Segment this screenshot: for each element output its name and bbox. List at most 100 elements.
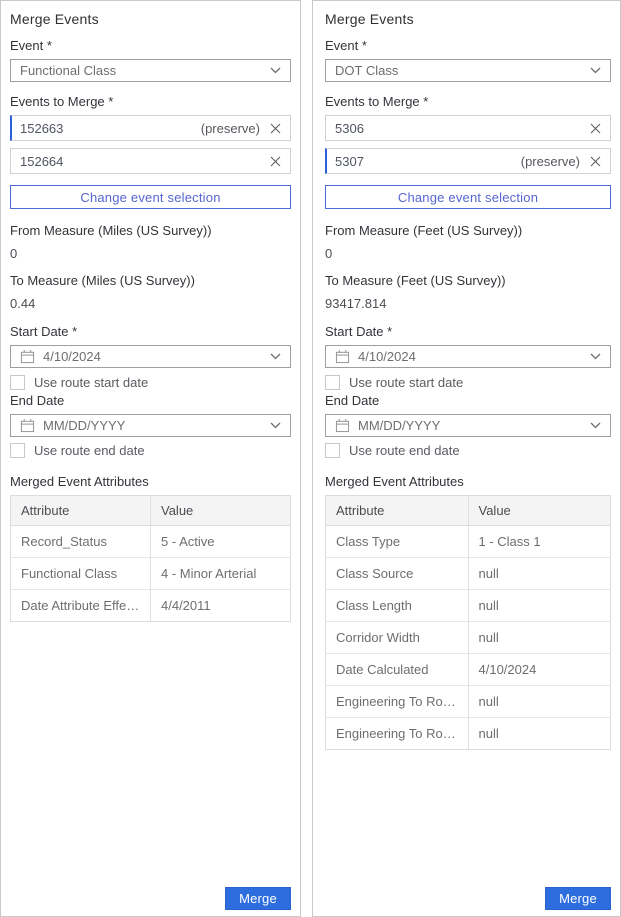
event-id: 152664 xyxy=(20,154,63,169)
chevron-down-icon xyxy=(270,67,281,74)
preserve-tag: (preserve) xyxy=(521,154,580,169)
preserve-tag: (preserve) xyxy=(201,121,260,136)
use-route-end-date-checkbox[interactable]: Use route end date xyxy=(325,443,611,458)
end-date-label: End Date xyxy=(10,394,291,408)
event-select-value: Functional Class xyxy=(20,63,270,78)
attribute-cell: Engineering To Route ... xyxy=(326,718,469,750)
value-cell: 4/4/2011 xyxy=(151,590,291,622)
table-header-row: Attribute Value xyxy=(326,496,611,526)
event-select[interactable]: DOT Class xyxy=(325,59,611,82)
from-measure-label: From Measure (Feet (US Survey)) xyxy=(325,224,611,238)
event-to-merge-input[interactable]: 152663 (preserve) xyxy=(10,115,291,141)
end-date-placeholder: MM/DD/YYYY xyxy=(43,418,262,433)
checkbox-box[interactable] xyxy=(10,443,25,458)
value-cell: 5 - Active xyxy=(151,526,291,558)
table-header-row: Attribute Value xyxy=(11,496,291,526)
event-id: 152663 xyxy=(20,121,63,136)
checkbox-label: Use route start date xyxy=(349,375,463,390)
attribute-cell: Class Length xyxy=(326,590,469,622)
checkbox-box[interactable] xyxy=(325,443,340,458)
start-date-value: 4/10/2024 xyxy=(358,349,582,364)
event-label: Event * xyxy=(10,39,291,53)
checkbox-box[interactable] xyxy=(325,375,340,390)
remove-event-icon[interactable] xyxy=(590,156,601,167)
value-column-header: Value xyxy=(151,496,291,526)
calendar-icon xyxy=(20,349,35,364)
attribute-cell: Class Type xyxy=(326,526,469,558)
event-select[interactable]: Functional Class xyxy=(10,59,291,82)
use-route-start-date-checkbox[interactable]: Use route start date xyxy=(10,375,291,390)
event-select-value: DOT Class xyxy=(335,63,590,78)
panel-footer: Merge xyxy=(10,879,291,910)
calendar-icon xyxy=(335,418,350,433)
value-cell: null xyxy=(468,590,611,622)
value-cell: 1 - Class 1 xyxy=(468,526,611,558)
panel-footer: Merge xyxy=(325,879,611,910)
attribute-cell: Date Attribute Effective xyxy=(11,590,151,622)
merge-events-panel-functional-class: Merge Events Event * Functional Class Ev… xyxy=(0,0,301,917)
attribute-column-header: Attribute xyxy=(326,496,469,526)
to-measure-label: To Measure (Feet (US Survey)) xyxy=(325,274,611,288)
events-to-merge-label: Events to Merge * xyxy=(325,95,611,109)
table-row: Class Length null xyxy=(326,590,611,622)
from-measure-value: 0 xyxy=(325,247,611,261)
to-measure-value: 93417.814 xyxy=(325,297,611,311)
start-date-label: Start Date * xyxy=(325,325,611,339)
from-measure-value: 0 xyxy=(10,247,291,261)
to-measure-label: To Measure (Miles (US Survey)) xyxy=(10,274,291,288)
end-date-picker[interactable]: MM/DD/YYYY xyxy=(10,414,291,437)
attribute-cell: Date Calculated xyxy=(326,654,469,686)
end-date-label: End Date xyxy=(325,394,611,408)
event-label: Event * xyxy=(325,39,611,53)
use-route-end-date-checkbox[interactable]: Use route end date xyxy=(10,443,291,458)
chevron-down-icon xyxy=(590,67,601,74)
checkbox-box[interactable] xyxy=(10,375,25,390)
end-date-placeholder: MM/DD/YYYY xyxy=(358,418,582,433)
chevron-down-icon xyxy=(270,422,281,429)
start-date-label: Start Date * xyxy=(10,325,291,339)
chevron-down-icon xyxy=(590,353,601,360)
merge-events-workspace: Merge Events Event * Functional Class Ev… xyxy=(0,0,621,917)
event-to-merge-input[interactable]: 152664 xyxy=(10,148,291,174)
panel-title: Merge Events xyxy=(325,11,611,27)
checkbox-label: Use route start date xyxy=(34,375,148,390)
end-date-picker[interactable]: MM/DD/YYYY xyxy=(325,414,611,437)
event-to-merge-input[interactable]: 5307 (preserve) xyxy=(325,148,611,174)
merge-button[interactable]: Merge xyxy=(225,887,291,910)
merged-event-attributes-title: Merged Event Attributes xyxy=(325,475,611,489)
event-to-merge-input[interactable]: 5306 xyxy=(325,115,611,141)
calendar-icon xyxy=(335,349,350,364)
merge-button[interactable]: Merge xyxy=(545,887,611,910)
merged-event-attributes-title: Merged Event Attributes xyxy=(10,475,291,489)
chevron-down-icon xyxy=(270,353,281,360)
table-row: Date Calculated 4/10/2024 xyxy=(326,654,611,686)
change-event-selection-button[interactable]: Change event selection xyxy=(325,185,611,209)
event-id: 5306 xyxy=(335,121,364,136)
table-row: Engineering To Route ... null xyxy=(326,718,611,750)
table-row: Functional Class 4 - Minor Arterial xyxy=(11,558,291,590)
attribute-column-header: Attribute xyxy=(11,496,151,526)
use-route-start-date-checkbox[interactable]: Use route start date xyxy=(325,375,611,390)
attribute-cell: Functional Class xyxy=(11,558,151,590)
merge-events-panel-dot-class: Merge Events Event * DOT Class Events to… xyxy=(312,0,621,917)
change-event-selection-button[interactable]: Change event selection xyxy=(10,185,291,209)
from-measure-label: From Measure (Miles (US Survey)) xyxy=(10,224,291,238)
attribute-cell: Record_Status xyxy=(11,526,151,558)
to-measure-value: 0.44 xyxy=(10,297,291,311)
table-row: Record_Status 5 - Active xyxy=(11,526,291,558)
value-cell: 4 - Minor Arterial xyxy=(151,558,291,590)
value-column-header: Value xyxy=(468,496,611,526)
start-date-picker[interactable]: 4/10/2024 xyxy=(10,345,291,368)
start-date-picker[interactable]: 4/10/2024 xyxy=(325,345,611,368)
remove-event-icon[interactable] xyxy=(590,123,601,134)
table-row: Class Source null xyxy=(326,558,611,590)
remove-event-icon[interactable] xyxy=(270,123,281,134)
merged-event-attributes-table: Attribute Value Class Type 1 - Class 1 C… xyxy=(325,495,611,750)
table-row: Class Type 1 - Class 1 xyxy=(326,526,611,558)
remove-event-icon[interactable] xyxy=(270,156,281,167)
attribute-cell: Class Source xyxy=(326,558,469,590)
events-to-merge-label: Events to Merge * xyxy=(10,95,291,109)
value-cell: null xyxy=(468,622,611,654)
event-id: 5307 xyxy=(335,154,364,169)
checkbox-label: Use route end date xyxy=(34,443,145,458)
